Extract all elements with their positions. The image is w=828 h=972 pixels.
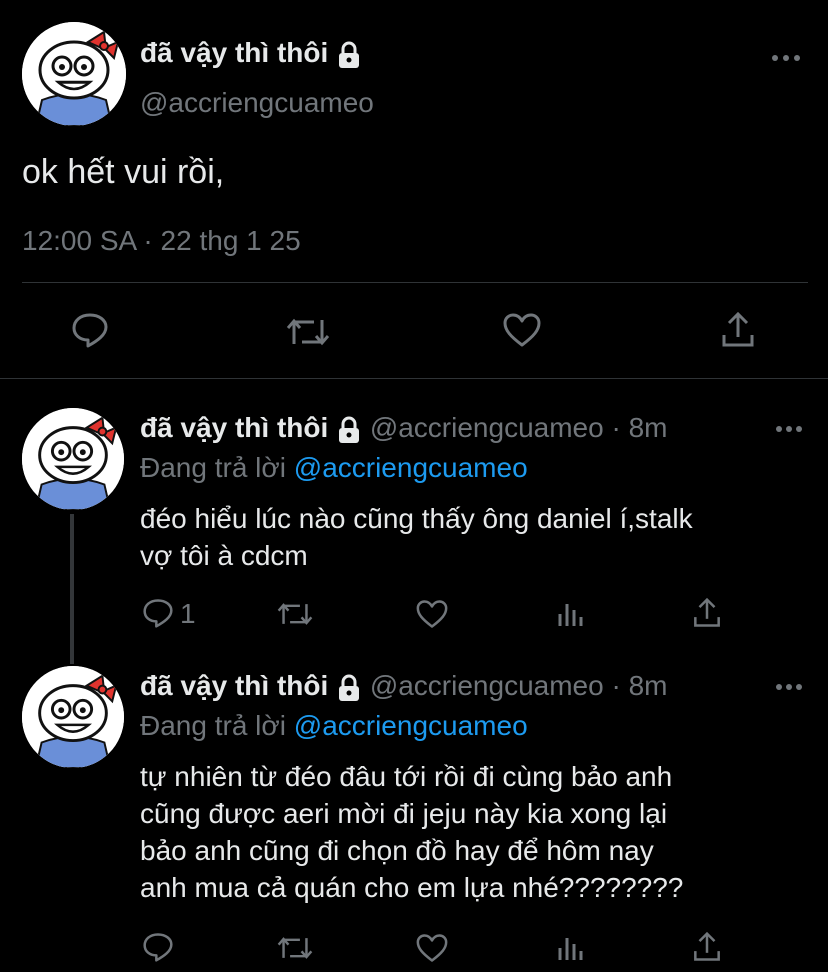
- divider: [0, 378, 828, 379]
- mention-link[interactable]: @accriengcuameo: [294, 452, 528, 483]
- display-name[interactable]: đã vậy thì thôi: [140, 412, 328, 443]
- replying-to: Đang trả lời @accriengcuameo: [140, 450, 528, 486]
- display-name[interactable]: đã vậy thì thôi: [140, 37, 328, 68]
- tweet-timestamp[interactable]: 12:00 SA · 22 thg 1 25: [22, 224, 301, 258]
- tweet-text-line: tự nhiên từ đéo đâu tới rồi đi cùng bảo …: [140, 761, 673, 792]
- tweet-text: tự nhiên từ đéo đâu tới rồi đi cùng bảo …: [140, 758, 820, 906]
- reply-icon[interactable]: [70, 310, 110, 350]
- lock-icon: [336, 41, 362, 69]
- share-icon[interactable]: [690, 596, 724, 630]
- mention-link[interactable]: @accriengcuameo: [294, 710, 528, 741]
- share-icon[interactable]: [690, 930, 724, 964]
- like-icon[interactable]: [414, 598, 450, 630]
- handle[interactable]: @accriengcuameo: [370, 670, 604, 701]
- retweet-icon[interactable]: [286, 312, 330, 352]
- avatar-image: [22, 408, 124, 510]
- replying-to: Đang trả lời @accriengcuameo: [140, 708, 528, 744]
- avatar-image: [22, 666, 124, 768]
- views-icon[interactable]: [554, 932, 586, 964]
- divider: [22, 282, 808, 283]
- retweet-icon[interactable]: [276, 598, 314, 630]
- tweet-text-line: anh mua cả quán cho em lựa nhé????????: [140, 872, 684, 903]
- tweet-text-line: bảo anh cũng đi chọn đồ hay để hôm nay: [140, 835, 654, 866]
- tweet-text: đéo hiểu lúc nào cũng thấy ông daniel í,…: [140, 500, 820, 574]
- author-line: đã vậy thì thôi @accriengcuameo · 8m: [140, 668, 667, 704]
- author-line: đã vậy thì thôi @accriengcuameo · 8m: [140, 410, 667, 446]
- tweet-time[interactable]: · 8m: [611, 670, 667, 701]
- thread-line: [70, 514, 74, 664]
- tweet-text: ok hết vui rồi,: [22, 153, 225, 191]
- retweet-icon[interactable]: [276, 932, 314, 964]
- replying-prefix: Đang trả lời: [140, 710, 286, 741]
- reply-count: 1: [180, 598, 196, 629]
- lock-icon: [336, 416, 362, 444]
- share-icon[interactable]: [718, 310, 758, 350]
- avatar[interactable]: [22, 22, 126, 126]
- more-icon[interactable]: [772, 418, 806, 440]
- more-icon[interactable]: [772, 676, 806, 698]
- more-icon[interactable]: [768, 46, 804, 70]
- views-icon[interactable]: [554, 598, 586, 630]
- handle[interactable]: @accriengcuameo: [370, 412, 604, 443]
- reply-icon[interactable]: [140, 930, 176, 964]
- handle[interactable]: @accriengcuameo: [140, 86, 374, 120]
- display-name[interactable]: đã vậy thì thôi: [140, 670, 328, 701]
- avatar[interactable]: [22, 666, 124, 768]
- like-icon[interactable]: [500, 310, 544, 350]
- replying-prefix: Đang trả lời: [140, 452, 286, 483]
- like-icon[interactable]: [414, 932, 450, 964]
- lock-icon: [336, 674, 362, 702]
- tweet-text-line: đéo hiểu lúc nào cũng thấy ông daniel í,…: [140, 503, 693, 534]
- avatar[interactable]: [22, 408, 124, 510]
- tweet-text-line: cũng được aeri mời đi jeju này kia xong …: [140, 798, 668, 829]
- tweet-time[interactable]: · 8m: [611, 412, 667, 443]
- author-line: đã vậy thì thôi: [140, 36, 362, 70]
- tweet-text-line: vợ tôi à cdcm: [140, 540, 308, 571]
- reply-icon[interactable]: [140, 596, 176, 630]
- avatar-image: [22, 22, 126, 126]
